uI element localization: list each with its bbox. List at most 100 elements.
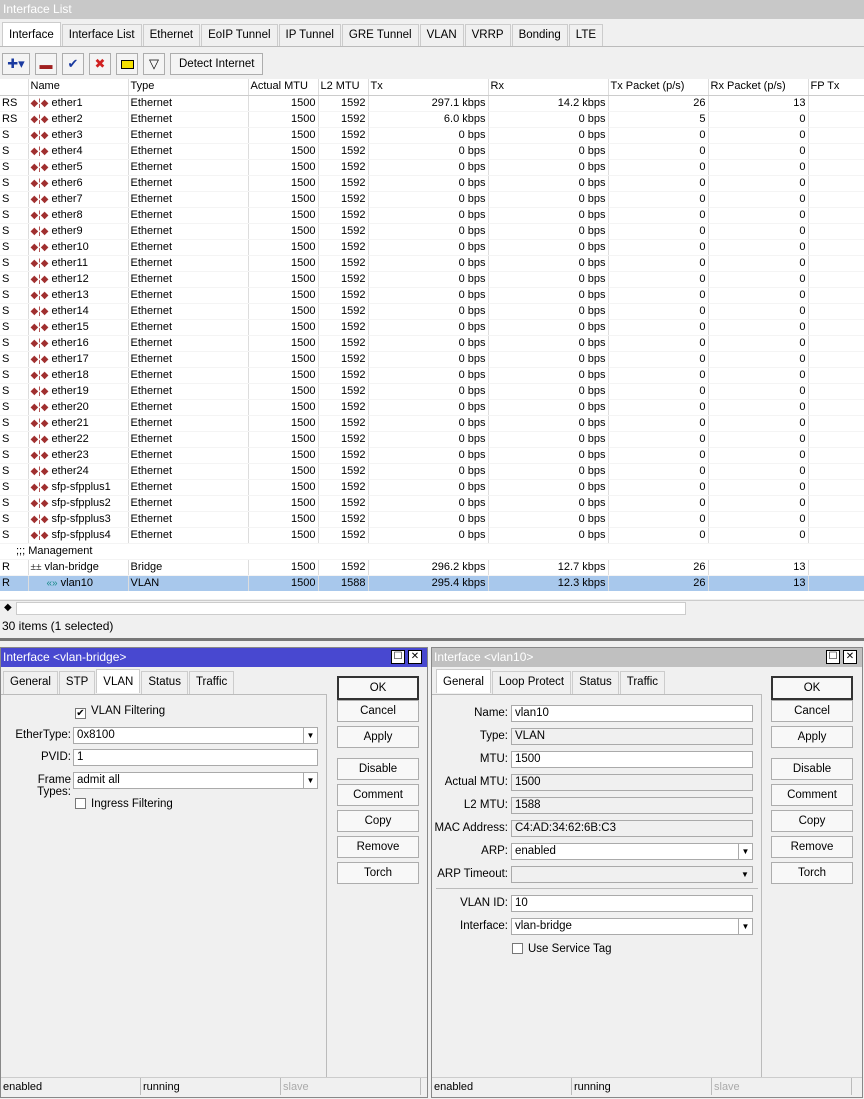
- remove-button[interactable]: Remove: [337, 836, 419, 858]
- ok-button[interactable]: OK: [771, 676, 853, 700]
- column-header[interactable]: Rx: [488, 79, 609, 96]
- tab-interface-list[interactable]: Interface List: [61, 24, 142, 46]
- tab-ip-tunnel[interactable]: IP Tunnel: [278, 24, 341, 46]
- add-button[interactable]: ✚▾: [2, 53, 30, 75]
- column-header[interactable]: Rx Packet (p/s): [708, 79, 809, 96]
- tab-vlan[interactable]: VLAN: [96, 669, 141, 693]
- table-row[interactable]: R «» vlan10 VLAN 1500 1588 295.4 kbps 12.3 kbps…: [0, 575, 864, 591]
- tab-traffic[interactable]: Traffic: [188, 671, 235, 694]
- tab-vlan[interactable]: VLAN: [419, 24, 464, 46]
- vlan-filtering-checkbox[interactable]: ✔ VLAN Filtering: [75, 705, 165, 719]
- table-row[interactable]: S ◆¦◆ ether11 Ethernet 1500 1592 0 bps 0 bps 0 0: [0, 255, 864, 272]
- detect-internet-button[interactable]: Detect Internet: [170, 53, 264, 75]
- table-row[interactable]: S ◆¦◆ ether22 Ethernet 1500 1592 0 bps 0 bps 0 0: [0, 431, 864, 448]
- disable-button[interactable]: Disable: [337, 758, 419, 780]
- tab-eoip-tunnel[interactable]: EoIP Tunnel: [201, 24, 278, 46]
- horizontal-scrollbar[interactable]: ◆: [0, 600, 864, 616]
- apply-button[interactable]: Apply: [771, 726, 853, 748]
- field-arp[interactable]: enabled ▼: [511, 843, 753, 860]
- disable-button[interactable]: Disable: [771, 758, 853, 780]
- column-header[interactable]: Type: [128, 79, 249, 96]
- tab-bonding[interactable]: Bonding: [511, 24, 568, 46]
- copy-button[interactable]: Copy: [771, 810, 853, 832]
- torch-button[interactable]: Torch: [771, 862, 853, 884]
- table-row[interactable]: S ◆¦◆ sfp-sfpplus1 Ethernet 1500 1592 0 bps 0 b…: [0, 479, 864, 496]
- tab-lte[interactable]: LTE: [568, 24, 604, 46]
- scroll-left-icon[interactable]: ◆: [4, 602, 12, 613]
- table-row[interactable]: S ◆¦◆ sfp-sfpplus4 Ethernet 1500 1592 0 bps 0 b…: [0, 527, 864, 544]
- ok-button[interactable]: OK: [337, 676, 419, 700]
- table-row[interactable]: S ◆¦◆ ether12 Ethernet 1500 1592 0 bps 0 bps 0 0: [0, 271, 864, 288]
- maximize-icon[interactable]: ☐: [391, 650, 405, 664]
- cancel-button[interactable]: Cancel: [771, 700, 853, 722]
- column-header[interactable]: Tx Packet (p/s): [608, 79, 709, 96]
- tab-traffic[interactable]: Traffic: [619, 671, 666, 694]
- tab-general[interactable]: General: [436, 669, 491, 693]
- tab-gre-tunnel[interactable]: GRE Tunnel: [341, 24, 419, 46]
- tab-interface[interactable]: Interface: [2, 22, 61, 46]
- table-row[interactable]: S ◆¦◆ ether24 Ethernet 1500 1592 0 bps 0 bps 0 0: [0, 463, 864, 480]
- table-row[interactable]: S ◆¦◆ ether4 Ethernet 1500 1592 0 bps 0 bps 0 0: [0, 143, 864, 160]
- table-row[interactable]: S ◆¦◆ ether19 Ethernet 1500 1592 0 bps 0 bps 0 0: [0, 383, 864, 400]
- disable-button[interactable]: ✖: [89, 53, 111, 75]
- close-icon[interactable]: ✕: [843, 650, 857, 664]
- dropdown-icon[interactable]: ▼: [738, 844, 752, 859]
- table-row[interactable]: S ◆¦◆ ether9 Ethernet 1500 1592 0 bps 0 bps 0 0: [0, 223, 864, 240]
- tab-status[interactable]: Status: [572, 671, 619, 694]
- tab-general[interactable]: General: [3, 671, 58, 694]
- table-row[interactable]: S ◆¦◆ ether7 Ethernet 1500 1592 0 bps 0 bps 0 0: [0, 191, 864, 208]
- table-row[interactable]: S ◆¦◆ ether16 Ethernet 1500 1592 0 bps 0 bps 0 0: [0, 335, 864, 352]
- table-row[interactable]: S ◆¦◆ ether21 Ethernet 1500 1592 0 bps 0 bps 0 0: [0, 415, 864, 432]
- table-row[interactable]: RS ◆¦◆ ether2 Ethernet 1500 1592 6.0 kbps 0 bps…: [0, 111, 864, 128]
- comment-button[interactable]: Comment: [337, 784, 419, 806]
- dropdown-icon[interactable]: ▼: [738, 867, 752, 882]
- table-row[interactable]: S ◆¦◆ ether17 Ethernet 1500 1592 0 bps 0 bps 0 0: [0, 351, 864, 368]
- enable-button[interactable]: ✔: [62, 53, 84, 75]
- table-row[interactable]: S ◆¦◆ sfp-sfpplus2 Ethernet 1500 1592 0 bps 0 b…: [0, 495, 864, 512]
- table-row[interactable]: R ±± vlan-bridge Bridge 1500 1592 296.2 kbps 12…: [0, 559, 864, 576]
- tab-stp[interactable]: STP: [58, 671, 96, 694]
- vlan-id-field[interactable]: 10: [511, 895, 753, 912]
- table-row[interactable]: S ◆¦◆ ether23 Ethernet 1500 1592 0 bps 0 bps 0 0: [0, 447, 864, 464]
- table-row[interactable]: S ◆¦◆ ether5 Ethernet 1500 1592 0 bps 0 bps 0 0: [0, 159, 864, 176]
- table-row[interactable]: S ◆¦◆ ether6 Ethernet 1500 1592 0 bps 0 bps 0 0: [0, 175, 864, 192]
- table-row[interactable]: S ◆¦◆ ether15 Ethernet 1500 1592 0 bps 0 bps 0 0: [0, 319, 864, 336]
- ingress-filtering-checkbox[interactable]: Ingress Filtering: [75, 798, 173, 810]
- field-mtu[interactable]: 1500: [511, 751, 753, 768]
- table-row[interactable]: S ◆¦◆ ether20 Ethernet 1500 1592 0 bps 0 bps 0 0: [0, 399, 864, 416]
- column-header[interactable]: FP Tx: [808, 79, 864, 96]
- column-header[interactable]: L2 MTU: [318, 79, 369, 96]
- table-row[interactable]: S ◆¦◆ ether14 Ethernet 1500 1592 0 bps 0 bps 0 0: [0, 303, 864, 320]
- table-row[interactable]: S ◆¦◆ ether13 Ethernet 1500 1592 0 bps 0 bps 0 0: [0, 287, 864, 304]
- table-row[interactable]: S ◆¦◆ ether18 Ethernet 1500 1592 0 bps 0 bps 0 0: [0, 367, 864, 384]
- pvid-field[interactable]: 1: [73, 749, 318, 766]
- scrollbar-thumb[interactable]: [16, 602, 686, 615]
- field-name[interactable]: vlan10: [511, 705, 753, 722]
- tab-loop-protect[interactable]: Loop Protect: [491, 671, 572, 694]
- column-header[interactable]: Name: [28, 79, 129, 96]
- column-header[interactable]: [0, 79, 29, 96]
- close-icon[interactable]: ✕: [408, 650, 422, 664]
- table-row[interactable]: S ◆¦◆ ether8 Ethernet 1500 1592 0 bps 0 bps 0 0: [0, 207, 864, 224]
- ethertype-field[interactable]: 0x8100 ▼: [73, 727, 318, 744]
- tab-vrrp[interactable]: VRRP: [464, 24, 511, 46]
- table-row[interactable]: S ◆¦◆ sfp-sfpplus3 Ethernet 1500 1592 0 bps 0 b…: [0, 511, 864, 528]
- use-service-tag-checkbox[interactable]: Use Service Tag: [512, 943, 612, 955]
- filter-button[interactable]: ▽: [143, 53, 165, 75]
- tab-status[interactable]: Status: [141, 671, 188, 694]
- remove-button[interactable]: Remove: [771, 836, 853, 858]
- table-row[interactable]: S ◆¦◆ ether10 Ethernet 1500 1592 0 bps 0 bps 0 0: [0, 239, 864, 256]
- apply-button[interactable]: Apply: [337, 726, 419, 748]
- remove-button[interactable]: ▬: [35, 53, 57, 75]
- table-row[interactable]: S ◆¦◆ ether3 Ethernet 1500 1592 0 bps 0 bps 0 0: [0, 127, 864, 144]
- comment-button[interactable]: Comment: [771, 784, 853, 806]
- maximize-icon[interactable]: ☐: [826, 650, 840, 664]
- tab-ethernet[interactable]: Ethernet: [142, 24, 201, 46]
- column-header[interactable]: Tx: [368, 79, 489, 96]
- comment-button[interactable]: [116, 53, 138, 75]
- column-header[interactable]: Actual MTU: [248, 79, 319, 96]
- table-row[interactable]: RS ◆¦◆ ether1 Ethernet 1500 1592 297.1 kbps 14.…: [0, 95, 864, 112]
- interface-field[interactable]: vlan-bridge ▼: [511, 918, 753, 935]
- frame-types-field[interactable]: admit all ▼: [73, 772, 318, 789]
- cancel-button[interactable]: Cancel: [337, 700, 419, 722]
